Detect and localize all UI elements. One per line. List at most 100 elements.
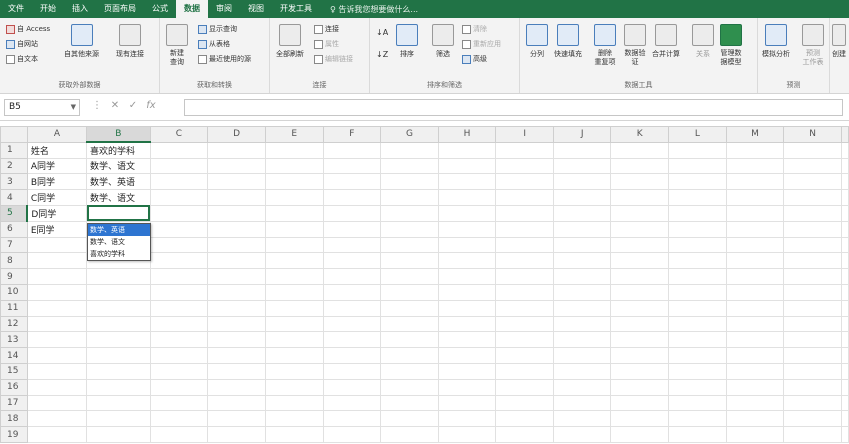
cell[interactable]	[264, 252, 324, 270]
column-header-N[interactable]: N	[783, 126, 842, 143]
cell[interactable]	[264, 236, 324, 254]
cell[interactable]	[149, 426, 209, 443]
cell[interactable]	[610, 362, 670, 380]
cell[interactable]	[207, 252, 266, 270]
refresh-all-button[interactable]: 全部刷新	[276, 24, 304, 59]
row-header[interactable]: 5	[0, 204, 29, 222]
cell[interactable]	[380, 410, 439, 428]
cell[interactable]	[495, 173, 554, 191]
cell[interactable]	[783, 173, 842, 191]
cell[interactable]	[380, 236, 439, 254]
cell[interactable]	[725, 394, 785, 412]
cell[interactable]	[380, 252, 439, 270]
tab-5[interactable]: 数据	[176, 0, 208, 18]
cell[interactable]	[322, 189, 382, 206]
cell[interactable]	[437, 394, 497, 412]
cell[interactable]	[149, 331, 209, 349]
insert-function-icon[interactable]: fx	[142, 100, 160, 111]
tell-me-search[interactable]: ♀ 告诉我您想要做什么...	[320, 4, 418, 15]
cell[interactable]	[610, 268, 670, 285]
cell[interactable]	[149, 299, 209, 317]
cell[interactable]	[264, 220, 324, 238]
cell[interactable]	[668, 236, 727, 254]
cell[interactable]	[841, 157, 849, 175]
cell[interactable]	[668, 189, 727, 206]
cell[interactable]	[26, 299, 88, 317]
cell[interactable]: D同学	[26, 204, 88, 222]
cell[interactable]	[437, 157, 497, 175]
cell[interactable]	[841, 426, 849, 443]
cell[interactable]	[783, 189, 842, 206]
cell[interactable]	[322, 220, 382, 238]
cell[interactable]	[841, 268, 849, 285]
row-header[interactable]: 19	[0, 426, 28, 443]
cell[interactable]	[783, 283, 842, 301]
cell[interactable]	[610, 157, 670, 175]
tab-1[interactable]: 开始	[32, 0, 64, 18]
consolidate-button[interactable]: 合并计算	[652, 24, 680, 59]
cell[interactable]	[783, 252, 842, 270]
cell[interactable]	[86, 283, 151, 301]
row-header[interactable]: 8	[0, 252, 28, 270]
cell[interactable]	[668, 347, 727, 364]
cell[interactable]	[725, 315, 785, 333]
cell[interactable]	[783, 204, 842, 222]
cell[interactable]	[437, 347, 497, 364]
cell[interactable]	[86, 315, 151, 333]
cell[interactable]	[86, 299, 151, 317]
column-header-L[interactable]: L	[668, 126, 727, 143]
from-other-sources-button[interactable]: 自其他来源	[64, 24, 99, 59]
cell[interactable]	[437, 299, 497, 317]
tab-2[interactable]: 插入	[64, 0, 96, 18]
cell[interactable]	[26, 268, 88, 285]
cell[interactable]	[495, 299, 554, 317]
cell[interactable]	[725, 283, 785, 301]
cell[interactable]	[264, 347, 324, 364]
cell[interactable]	[495, 362, 554, 380]
cell[interactable]	[380, 173, 439, 191]
row-header[interactable]: 1	[0, 141, 28, 159]
cell[interactable]	[610, 426, 670, 443]
cell[interactable]	[207, 268, 266, 285]
column-header-J[interactable]: J	[552, 126, 612, 143]
cell[interactable]	[26, 283, 88, 301]
cell[interactable]	[783, 426, 842, 443]
cell[interactable]	[264, 426, 324, 443]
row-header[interactable]: 2	[0, 157, 28, 175]
cell[interactable]	[668, 362, 727, 380]
cell[interactable]	[495, 268, 554, 285]
cell[interactable]	[552, 236, 612, 254]
column-header-C[interactable]: C	[149, 126, 209, 143]
cell[interactable]	[26, 315, 88, 333]
row-header[interactable]: 7	[0, 236, 28, 254]
cell[interactable]	[552, 189, 612, 206]
column-header-E[interactable]: E	[264, 126, 324, 143]
cell[interactable]	[380, 204, 439, 222]
cell[interactable]	[380, 268, 439, 285]
cell[interactable]	[783, 394, 842, 412]
cell[interactable]	[322, 394, 382, 412]
cell[interactable]	[322, 252, 382, 270]
enter-icon[interactable]: ✓	[124, 100, 142, 111]
cell[interactable]	[495, 220, 554, 238]
cell[interactable]	[86, 410, 151, 428]
row-header[interactable]: 13	[0, 331, 28, 349]
cell[interactable]	[495, 204, 554, 222]
cell[interactable]	[149, 189, 209, 206]
reapply-button[interactable]: 重新应用	[462, 39, 501, 49]
cell[interactable]	[322, 410, 382, 428]
row-header[interactable]: 17	[0, 394, 28, 412]
row-header[interactable]: 18	[0, 410, 28, 428]
cell[interactable]	[437, 315, 497, 333]
cell[interactable]	[437, 362, 497, 380]
cell[interactable]	[725, 362, 785, 380]
cell[interactable]	[322, 157, 382, 175]
flash-fill-button[interactable]: 快速填充	[554, 24, 582, 59]
cell[interactable]	[380, 331, 439, 349]
cell[interactable]	[610, 236, 670, 254]
cell[interactable]	[437, 189, 497, 206]
column-header-I[interactable]: I	[495, 126, 554, 143]
cell[interactable]	[495, 283, 554, 301]
data-validation-button[interactable]: 数据验 证	[624, 24, 646, 67]
what-if-analysis-button[interactable]: 模拟分析	[762, 24, 790, 59]
